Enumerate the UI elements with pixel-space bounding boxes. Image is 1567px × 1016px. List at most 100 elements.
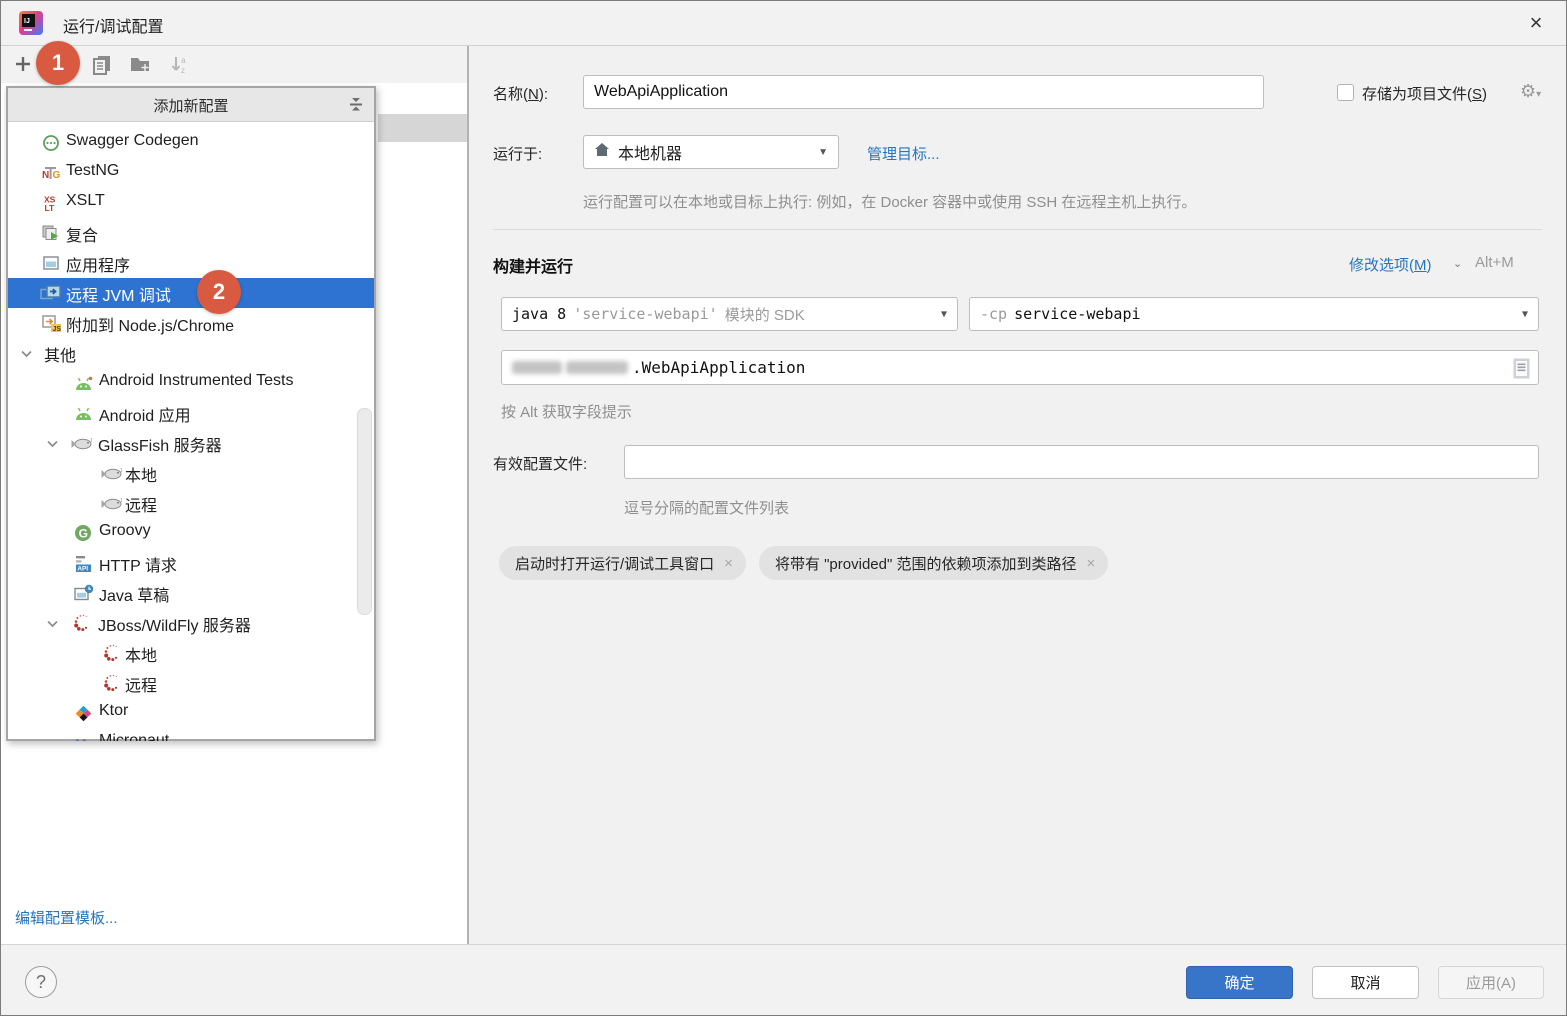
svg-text:1: 1 bbox=[120, 468, 122, 474]
config-type-item[interactable]: 1本地 bbox=[8, 458, 374, 488]
ok-button[interactable]: 确定 bbox=[1186, 966, 1293, 999]
config-type-label: 远程 bbox=[125, 672, 157, 696]
name-field-label: 名称(N): bbox=[493, 83, 548, 104]
store-settings-gear-icon: ⚙▾ bbox=[1520, 81, 1541, 102]
svg-text:LT: LT bbox=[45, 203, 56, 212]
svg-text:JS: JS bbox=[52, 325, 61, 332]
section-separator bbox=[493, 229, 1542, 230]
chevron-down-icon[interactable] bbox=[46, 437, 59, 450]
edit-configuration-templates-link[interactable]: 编辑配置模板... bbox=[15, 907, 118, 928]
cancel-button[interactable]: 取消 bbox=[1312, 966, 1419, 999]
store-as-project-file-label: 存储为项目文件(S) bbox=[1362, 83, 1487, 104]
config-type-item[interactable]: Ktor bbox=[8, 698, 374, 728]
http-request-icon: API bbox=[72, 553, 94, 573]
remote-jvm-debug-icon bbox=[40, 283, 62, 303]
sort-configurations-icon: az bbox=[169, 54, 191, 76]
jboss-icon bbox=[70, 613, 92, 633]
profiles-hint: 逗号分隔的配置文件列表 bbox=[624, 497, 789, 518]
config-type-item[interactable]: G Groovy bbox=[8, 518, 374, 548]
configuration-name-input[interactable]: WebApiApplication bbox=[583, 75, 1264, 109]
config-type-label: XSLT bbox=[66, 192, 105, 210]
config-type-item[interactable]: JBoss/WildFly 服务器 bbox=[8, 608, 374, 638]
config-type-item[interactable]: Swagger Codegen bbox=[8, 128, 374, 158]
option-tags: 启动时打开运行/调试工具窗口×将带有 "provided" 范围的依赖项添加到类… bbox=[499, 546, 1108, 580]
chevron-down-icon: ▼ bbox=[818, 147, 828, 158]
config-type-item[interactable]: 远程 bbox=[8, 668, 374, 698]
dialog-title: 运行/调试配置 bbox=[63, 13, 163, 37]
android-icon bbox=[72, 403, 94, 423]
browse-class-icon[interactable] bbox=[1513, 358, 1530, 383]
config-type-label: HTTP 请求 bbox=[99, 552, 177, 576]
config-type-item[interactable]: NGTestNG bbox=[8, 158, 374, 188]
config-type-label: Groovy bbox=[99, 522, 151, 540]
apply-button: 应用(A) bbox=[1438, 966, 1544, 999]
svg-text:a: a bbox=[181, 56, 186, 65]
config-type-label: 远程 JVM 调试 bbox=[66, 282, 171, 306]
active-profiles-input[interactable] bbox=[624, 445, 1539, 479]
new-folder-icon[interactable] bbox=[129, 54, 151, 76]
background-selected-row bbox=[378, 114, 467, 142]
config-type-label: Swagger Codegen bbox=[66, 132, 199, 150]
config-type-item[interactable]: XSLTXSLT bbox=[8, 188, 374, 218]
config-type-item[interactable]: Android Instrumented Tests bbox=[8, 368, 374, 398]
compound-icon bbox=[40, 223, 62, 243]
config-type-item[interactable]: 其他 bbox=[8, 338, 374, 368]
add-configuration-icon[interactable] bbox=[13, 54, 35, 76]
config-type-item[interactable]: Android 应用 bbox=[8, 398, 374, 428]
config-type-item[interactable]: 1远程 bbox=[8, 488, 374, 518]
close-icon[interactable]: × bbox=[1521, 9, 1551, 39]
jre-sdk-dropdown[interactable]: java 8 'service-webapi' 模块的 SDK ▼ bbox=[501, 297, 958, 331]
run-debug-configurations-dialog: IJ 运行/调试配置 × az 编辑配置模板... 添加新配置 Swa bbox=[0, 0, 1567, 1016]
popup-title: 添加新配置 bbox=[8, 95, 374, 116]
store-as-project-file-checkbox[interactable] bbox=[1337, 84, 1354, 101]
collapse-all-icon[interactable] bbox=[348, 97, 364, 113]
tag-close-icon[interactable]: × bbox=[724, 555, 733, 572]
main-class-input[interactable]: .WebApiApplication bbox=[501, 350, 1539, 385]
copy-configuration-icon[interactable] bbox=[91, 54, 113, 76]
glassfish-icon: 1 bbox=[70, 433, 92, 453]
tag-label: 启动时打开运行/调试工具窗口 bbox=[515, 553, 714, 574]
run-on-label: 运行于: bbox=[493, 143, 542, 164]
chevron-down-icon: ▼ bbox=[941, 309, 947, 320]
java-scratch-icon bbox=[72, 583, 94, 603]
classpath-module-dropdown[interactable]: -cp service-webapi ▼ bbox=[969, 297, 1539, 331]
svg-text:IJ: IJ bbox=[24, 18, 30, 25]
groovy-icon: G bbox=[72, 523, 94, 543]
config-type-item[interactable]: 远程 JVM 调试 bbox=[8, 278, 374, 308]
config-type-item[interactable]: 应用程序 bbox=[8, 248, 374, 278]
config-type-item[interactable]: JS 附加到 Node.js/Chrome bbox=[8, 308, 374, 338]
modify-options-shortcut: Alt+M bbox=[1475, 254, 1514, 271]
android-test-icon bbox=[72, 373, 94, 393]
testng-icon: NG bbox=[40, 163, 62, 183]
config-type-item[interactable]: Java 草稿 bbox=[8, 578, 374, 608]
svg-text:API: API bbox=[77, 565, 88, 572]
annotation-badge-1: 1 bbox=[36, 41, 80, 85]
config-type-item[interactable]: MMicronaut bbox=[8, 728, 374, 741]
tag-close-icon[interactable]: × bbox=[1086, 555, 1095, 572]
annotation-badge-2: 2 bbox=[197, 270, 241, 314]
chevron-down-icon[interactable] bbox=[20, 347, 33, 360]
config-type-item[interactable]: API HTTP 请求 bbox=[8, 548, 374, 578]
active-profiles-label: 有效配置文件: bbox=[493, 453, 587, 474]
config-type-label: Ktor bbox=[99, 702, 128, 720]
config-type-label: Android 应用 bbox=[99, 402, 191, 426]
manage-targets-link[interactable]: 管理目标... bbox=[867, 143, 940, 164]
config-type-label: 附加到 Node.js/Chrome bbox=[66, 312, 234, 336]
help-button[interactable]: ? bbox=[25, 966, 57, 998]
config-type-label: GlassFish 服务器 bbox=[98, 432, 222, 456]
redacted-package-1 bbox=[512, 361, 562, 374]
config-type-item[interactable]: 本地 bbox=[8, 638, 374, 668]
add-new-configuration-popup: 添加新配置 Swagger CodegenNGTestNGXSLTXSLT复合应… bbox=[6, 86, 376, 741]
chevron-down-icon[interactable] bbox=[46, 617, 59, 630]
jboss-icon bbox=[100, 643, 122, 663]
title-bar: IJ 运行/调试配置 × bbox=[1, 1, 1566, 46]
config-type-label: JBoss/WildFly 服务器 bbox=[98, 612, 251, 636]
config-type-item[interactable]: 1 GlassFish 服务器 bbox=[8, 428, 374, 458]
svg-text:G: G bbox=[79, 527, 88, 541]
popup-scrollbar[interactable] bbox=[357, 408, 372, 615]
run-target-dropdown[interactable]: 本地机器 ▼ bbox=[583, 135, 839, 169]
config-type-label: 应用程序 bbox=[66, 252, 130, 276]
panel-divider[interactable] bbox=[467, 46, 469, 944]
config-type-item[interactable]: 复合 bbox=[8, 218, 374, 248]
modify-options-link[interactable]: 修改选项(M) bbox=[1349, 254, 1432, 275]
